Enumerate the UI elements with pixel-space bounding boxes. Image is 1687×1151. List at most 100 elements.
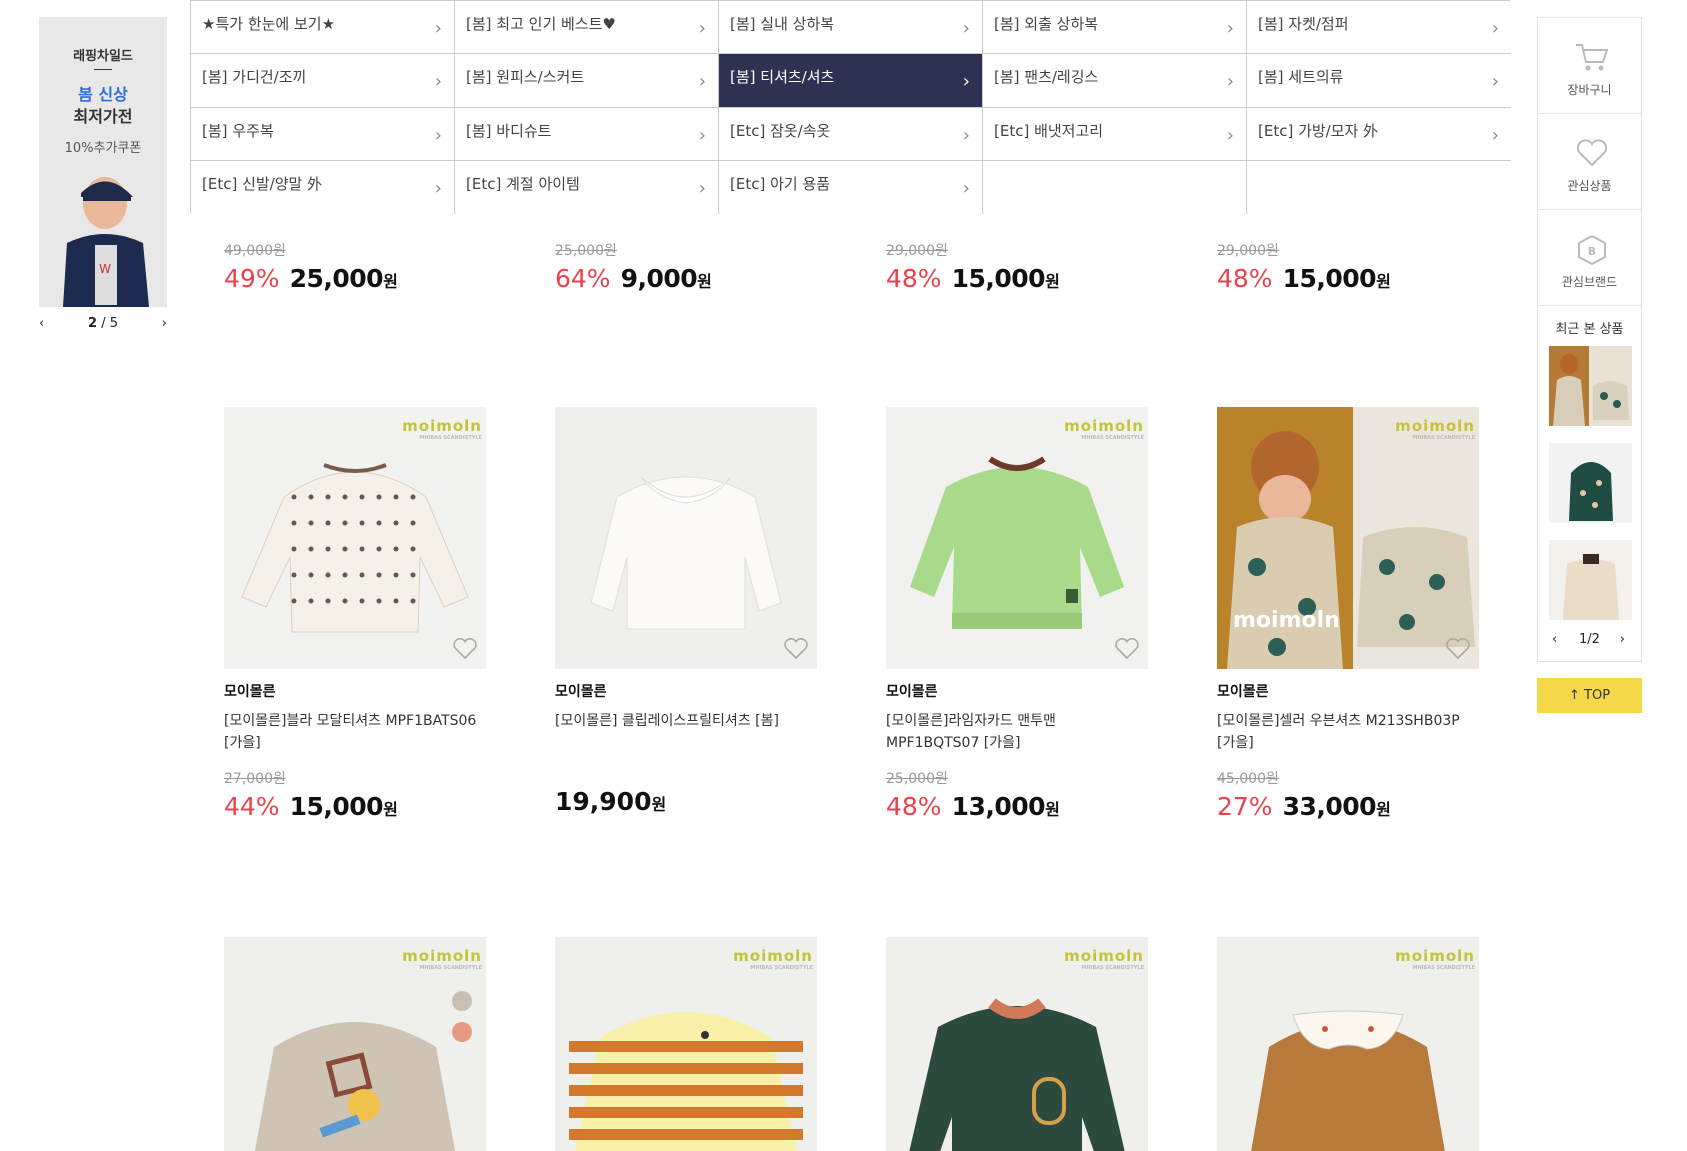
- currency-unit: 원: [1045, 272, 1060, 291]
- sale-price: 13,000: [951, 792, 1046, 821]
- category-item[interactable]: [봄] 티셔츠/셔츠 ›: [719, 54, 983, 108]
- category-item[interactable]: [Etc] 아기 용품 ›: [719, 160, 983, 214]
- category-item[interactable]: ★특가 한눈에 보기★ ›: [191, 1, 455, 55]
- product-image[interactable]: moimoln MHIBAS SCANDISTYLE: [555, 937, 817, 1151]
- brand-wishlist-link[interactable]: B 관심브랜드: [1538, 210, 1641, 306]
- cart-icon: [1576, 44, 1609, 71]
- category-label: [봄] 실내 상하복: [730, 15, 835, 33]
- category-item[interactable]: [봄] 실내 상하복 ›: [719, 1, 983, 55]
- brand-logo: moimoln MHIBAS SCANDISTYLE: [1064, 417, 1144, 441]
- wishlist-heart-icon[interactable]: [452, 637, 478, 661]
- product-image[interactable]: moimoln MHIBAS SCANDISTYLE: [224, 937, 486, 1151]
- chevron-right-icon: ›: [1491, 18, 1499, 39]
- product-name[interactable]: [모이몰른]라임자카드 맨투맨 MPF1BQTS07 [가을]: [886, 710, 1148, 754]
- sale-price: 19,900: [555, 787, 652, 816]
- brand-logo: moimoln MHIBAS SCANDISTYLE: [402, 947, 482, 971]
- recent-product-thumb[interactable]: [1549, 346, 1632, 426]
- banner-next-button[interactable]: ›: [162, 316, 167, 331]
- product-name[interactable]: [모이몰른]셀러 우븐셔츠 M213SHB03P [가을]: [1217, 710, 1479, 754]
- category-label: [봄] 자켓/점퍼: [1258, 15, 1349, 33]
- category-item[interactable]: [Etc] 가방/모자 外 ›: [1247, 107, 1511, 161]
- sale-price: 25,000: [289, 264, 384, 293]
- chevron-right-icon: ›: [434, 71, 442, 93]
- category-item[interactable]: [봄] 최고 인기 베스트♥ ›: [455, 1, 719, 55]
- chevron-right-icon: ›: [962, 71, 970, 93]
- category-item[interactable]: [봄] 팬츠/레깅스 ›: [983, 54, 1247, 108]
- product-image[interactable]: moimoln MHIBAS SCANDISTYLE: [224, 407, 486, 669]
- category-item[interactable]: [봄] 바디슈트 ›: [455, 107, 719, 161]
- category-label: [봄] 바디슈트: [466, 121, 552, 140]
- chevron-right-icon: ›: [434, 124, 442, 146]
- category-item[interactable]: [Etc] 계절 아이템 ›: [455, 160, 719, 214]
- product-card[interactable]: moimoln MHIBAS SCANDISTYLE: [224, 937, 486, 1151]
- product-image[interactable]: moimoln moimoln MHIBAS SCANDISTYLE: [1217, 407, 1479, 669]
- category-item[interactable]: [Etc] 신발/양말 外 ›: [191, 160, 455, 214]
- category-menu: ★특가 한눈에 보기★ › [봄] 최고 인기 베스트♥ › [봄] 실내 상하복 › [봄…: [190, 0, 1511, 214]
- currency-unit: 원: [383, 800, 398, 819]
- product-image[interactable]: [555, 407, 817, 669]
- category-item[interactable]: [봄] 우주복 ›: [191, 107, 455, 161]
- category-item[interactable]: [봄] 자켓/점퍼 ›: [1247, 1, 1511, 55]
- product-price-block: 29,000원 48% 15,000 원: [1217, 240, 1391, 293]
- category-label: [Etc] 배냇저고리: [994, 121, 1104, 140]
- product-card[interactable]: moimoln MHIBAS SCANDISTYLE: [1217, 937, 1479, 1151]
- category-label: [Etc] 신발/양말 外: [202, 174, 323, 193]
- recent-hoodie-image: [1549, 443, 1632, 523]
- original-price: 27,000원: [224, 771, 286, 787]
- wishlist-heart-icon[interactable]: [783, 637, 809, 661]
- category-item[interactable]: [Etc] 잠옷/속옷 ›: [719, 107, 983, 161]
- product-card[interactable]: moimoln MHIBAS SCANDISTYLE: [886, 937, 1148, 1151]
- product-price-block: 19,900원: [555, 768, 817, 816]
- recent-product-thumb[interactable]: [1549, 540, 1632, 620]
- original-price: 29,000원: [1217, 243, 1279, 259]
- discount-rate: 44%: [224, 792, 280, 821]
- cart-link[interactable]: 장바구니: [1538, 18, 1641, 114]
- currency-unit: 원: [697, 272, 712, 291]
- product-card[interactable]: moimoln MHIBAS SCANDISTYLE 모이몰른 [모이몰른]라임자카드…: [886, 407, 1148, 821]
- category-item[interactable]: [봄] 원피스/스커트 ›: [455, 54, 719, 108]
- product-price-block: 29,000원 48% 15,000 원: [886, 240, 1060, 293]
- chevron-right-icon: ›: [698, 177, 706, 199]
- recent-next-button[interactable]: ›: [1620, 632, 1625, 647]
- chevron-right-icon: ›: [962, 177, 970, 199]
- brand-logo: moimoln MHIBAS SCANDISTYLE: [1395, 947, 1475, 971]
- category-item[interactable]: [Etc] 배냇저고리 ›: [983, 107, 1247, 161]
- product-brand: 모이몰른: [1217, 684, 1269, 700]
- category-item[interactable]: [봄] 외출 상하복 ›: [983, 1, 1247, 55]
- promo-banner[interactable]: 래핑차일드 봄 신상 최저가전 10%추가쿠폰 W: [39, 17, 167, 307]
- product-image[interactable]: moimoln MHIBAS SCANDISTYLE: [886, 937, 1148, 1151]
- product-price-block: 25,000원 48% 13,000 원: [886, 768, 1148, 821]
- scroll-top-button[interactable]: ↑ TOP: [1537, 678, 1642, 713]
- wishlist-link[interactable]: 관심상품: [1538, 114, 1641, 210]
- recent-prev-button[interactable]: ‹: [1552, 632, 1557, 647]
- scroll-top-label: TOP: [1584, 688, 1611, 703]
- category-label: [Etc] 계절 아이템: [466, 174, 580, 193]
- sale-price: 15,000: [1282, 264, 1377, 293]
- category-label: [Etc] 가방/모자 外: [1258, 121, 1379, 140]
- product-card[interactable]: 모이몰른 [모이몰른] 클립레이스프릴티셔츠 [봄] 19,900원: [555, 407, 817, 816]
- brand-logo: moimoln MHIBAS SCANDISTYLE: [402, 417, 482, 441]
- product-brand: 모이몰른: [886, 684, 938, 700]
- category-item[interactable]: [봄] 가디건/조끼 ›: [191, 54, 455, 108]
- recent-pager: ‹ 1/2 ›: [1538, 632, 1641, 647]
- cart-label: 장바구니: [1567, 83, 1612, 97]
- product-image[interactable]: moimoln MHIBAS SCANDISTYLE: [886, 407, 1148, 669]
- wishlist-label: 관심상품: [1567, 179, 1612, 193]
- category-item[interactable]: [봄] 세트의류 ›: [1247, 54, 1511, 108]
- currency-unit: 원: [1376, 272, 1391, 291]
- recent-product-thumb[interactable]: [1549, 443, 1632, 523]
- product-image[interactable]: moimoln MHIBAS SCANDISTYLE: [1217, 937, 1479, 1151]
- wishlist-heart-icon[interactable]: [1445, 637, 1471, 661]
- chevron-right-icon: ›: [1226, 71, 1234, 93]
- product-name[interactable]: [모이몰른]블라 모달티셔츠 MPF1BATS06 [가을]: [224, 710, 486, 754]
- product-name[interactable]: [모이몰른] 클립레이스프릴티셔츠 [봄]: [555, 710, 817, 754]
- banner-page-indicator: 2 / 5: [88, 316, 118, 331]
- product-card[interactable]: moimoln moimoln MHIBAS SCANDISTYLE 모이몰른 [모이몰…: [1217, 407, 1479, 821]
- wishlist-heart-icon[interactable]: [1114, 637, 1140, 661]
- product-card[interactable]: moimoln MHIBAS SCANDISTYLE: [555, 937, 817, 1151]
- product-price-block: 27,000원 44% 15,000 원: [224, 768, 486, 821]
- category-label: [봄] 최고 인기 베스트♥: [466, 15, 616, 33]
- product-card[interactable]: moimoln MHIBAS SCANDISTYLE 모이몰른 [모이몰른]블라 모달…: [224, 407, 486, 821]
- discount-rate: 48%: [886, 264, 942, 293]
- brand-b-icon: B: [1578, 234, 1606, 266]
